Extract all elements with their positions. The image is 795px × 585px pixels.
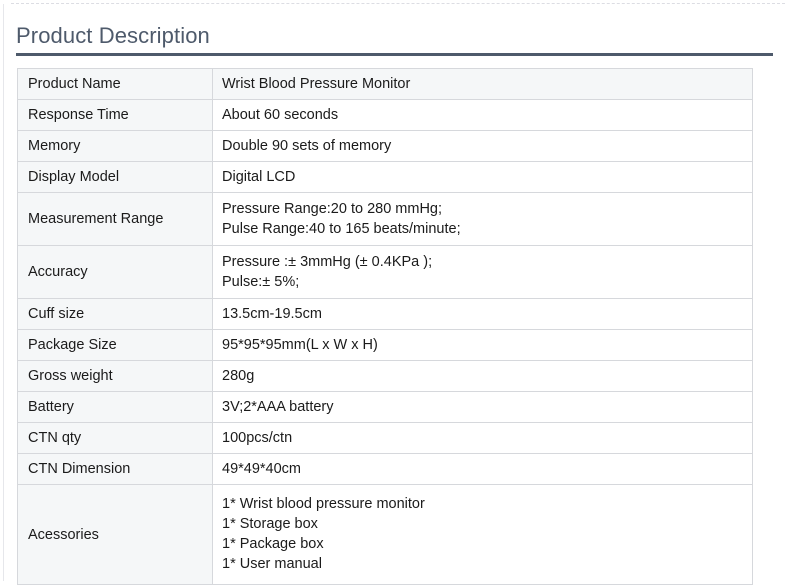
spec-value-line: 1* Package box — [222, 536, 324, 552]
title-underline-rule — [16, 53, 773, 56]
spec-label-cell: Battery — [17, 391, 213, 423]
spec-value-line: Wrist Blood Pressure Monitor — [222, 76, 411, 92]
spec-label-cell: Response Time — [17, 99, 213, 131]
spec-value-cell: 13.5cm-19.5cm — [212, 298, 753, 330]
spec-value-line: 95*95*95mm(L x W x H) — [222, 337, 378, 353]
spec-label-cell: Package Size — [17, 329, 213, 361]
spec-label-cell: Memory — [17, 130, 213, 162]
product-description-page: Product Description Product Name Wrist Bl… — [0, 0, 795, 585]
table-row: Cuff size 13.5cm-19.5cm — [17, 298, 753, 330]
spec-value-line: Pressure :± 3mmHg (± 0.4KPa ); — [222, 254, 433, 270]
product-specification-table: Product Name Wrist Blood Pressure Monitor… — [17, 68, 753, 585]
table-row: Battery 3V;2*AAA battery — [17, 391, 753, 423]
table-row: Gross weight 280g — [17, 360, 753, 392]
spec-value-cell: Double 90 sets of memory — [212, 130, 753, 162]
spec-label-cell: Cuff size — [17, 298, 213, 330]
spec-value-cell: 95*95*95mm(L x W x H) — [212, 329, 753, 361]
spec-value-line: 1* Wrist blood pressure monitor — [222, 496, 425, 512]
spec-value-line: 100pcs/ctn — [222, 430, 293, 446]
spec-label-cell: Measurement Range — [17, 192, 213, 246]
spec-value-cell: Wrist Blood Pressure Monitor — [212, 68, 753, 100]
page-title: Product Description — [16, 23, 210, 48]
table-row: Package Size 95*95*95mm(L x W x H) — [17, 329, 753, 361]
spec-value-line: Pressure Range:20 to 280 mmHg; — [222, 201, 443, 217]
spec-value-cell: 49*49*40cm — [212, 453, 753, 485]
table-row: CTN qty 100pcs/ctn — [17, 422, 753, 454]
top-dashed-divider — [11, 3, 785, 4]
spec-value-line: Digital LCD — [222, 169, 296, 185]
spec-label-cell: Display Model — [17, 161, 213, 193]
spec-value-line: 280g — [222, 368, 255, 384]
spec-label-cell: Gross weight — [17, 360, 213, 392]
spec-label-cell: CTN qty — [17, 422, 213, 454]
table-row: Acessories 1* Wrist blood pressure monito… — [17, 484, 753, 585]
table-row: Measurement Range Pressure Range:20 to 28… — [17, 192, 753, 246]
spec-value-line: Double 90 sets of memory — [222, 138, 392, 154]
spec-value-cell: 100pcs/ctn — [212, 422, 753, 454]
spec-value-cell: Pressure Range:20 to 280 mmHg; Pulse Rang… — [212, 192, 753, 246]
spec-value-cell: Digital LCD — [212, 161, 753, 193]
table-row: Memory Double 90 sets of memory — [17, 130, 753, 162]
spec-label-cell: CTN Dimension — [17, 453, 213, 485]
spec-value-cell: Pressure :± 3mmHg (± 0.4KPa ); Pulse:± 5%… — [212, 245, 753, 299]
specification-table-body: Product Name Wrist Blood Pressure Monitor… — [17, 68, 753, 585]
table-row: Response Time About 60 seconds — [17, 99, 753, 131]
spec-label-cell: Product Name — [17, 68, 213, 100]
spec-value-cell: 1* Wrist blood pressure monitor 1* Storag… — [212, 484, 753, 585]
spec-label-cell: Acessories — [17, 484, 213, 585]
table-row: Accuracy Pressure :± 3mmHg (± 0.4KPa ); Pu… — [17, 245, 753, 299]
spec-value-line: Pulse Range:40 to 165 beats/minute; — [222, 221, 461, 237]
spec-value-line: 3V;2*AAA battery — [222, 399, 334, 415]
table-row: Display Model Digital LCD — [17, 161, 753, 193]
spec-label-cell: Accuracy — [17, 245, 213, 299]
spec-value-cell: 3V;2*AAA battery — [212, 391, 753, 423]
spec-value-line: 49*49*40cm — [222, 461, 301, 477]
spec-value-line: 1* Storage box — [222, 516, 318, 532]
spec-value-cell: 280g — [212, 360, 753, 392]
spec-value-line: 1* User manual — [222, 556, 322, 572]
table-row: Product Name Wrist Blood Pressure Monitor — [17, 68, 753, 100]
spec-value-line: Pulse:± 5%; — [222, 274, 300, 290]
spec-value-line: About 60 seconds — [222, 107, 339, 123]
table-row: CTN Dimension 49*49*40cm — [17, 453, 753, 485]
page-left-border — [3, 4, 4, 581]
spec-value-cell: About 60 seconds — [212, 99, 753, 131]
spec-value-line: 13.5cm-19.5cm — [222, 306, 322, 322]
